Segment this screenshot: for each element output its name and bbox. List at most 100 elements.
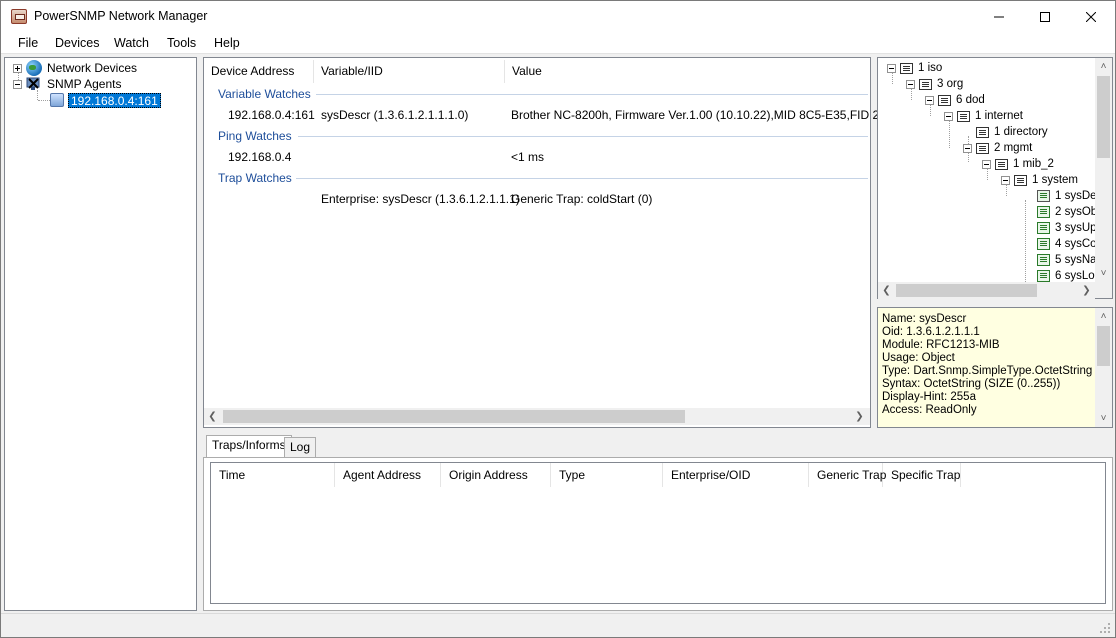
scroll-up-icon[interactable]: ˄	[1095, 308, 1112, 325]
traps-list[interactable]: Time Agent Address Origin Address Type E…	[210, 462, 1106, 604]
collapse-icon[interactable]	[925, 95, 934, 105]
mib-node-dod[interactable]: 6 dod	[925, 92, 985, 108]
variable-row-variable[interactable]: sysDescr (1.3.6.1.2.1.1.1.0)	[321, 108, 468, 122]
mib-leaf-label: 6 sysLoc	[1055, 270, 1096, 282]
scroll-right-icon[interactable]: ❯	[851, 408, 868, 425]
mib-node-iso[interactable]: 1 iso	[887, 60, 942, 76]
collapse-icon[interactable]	[963, 143, 972, 153]
mib-leaf-sysdescr[interactable]: 1 sysDe	[1037, 188, 1096, 204]
info-display-hint: Display-Hint: 255a	[882, 391, 976, 403]
tab-log[interactable]: Log	[284, 437, 317, 458]
mib-node-mib2[interactable]: 1 mib_2	[982, 156, 1054, 172]
maximize-button[interactable]	[1022, 1, 1068, 32]
network-devices-label: Network Devices	[47, 61, 138, 75]
mib-node-label: 1 iso	[918, 62, 943, 74]
column-header-variable[interactable]: Variable/IID	[314, 60, 505, 83]
trap-row-value[interactable]: Generic Trap: coldStart (0)	[511, 192, 652, 206]
selected-agent-label: 192.168.0.4:161	[68, 92, 161, 108]
mib-leaf-icon	[1037, 222, 1050, 234]
column-header-device-address[interactable]: Device Address	[204, 60, 314, 83]
app-icon	[11, 9, 27, 24]
mib-node-mgmt[interactable]: 2 mgmt	[963, 140, 1032, 156]
mib-tree[interactable]: 1 iso 3 org 6 dod 1 internet 1 directory…	[877, 57, 1113, 299]
tree-node-agent[interactable]: 192.168.0.4:161	[50, 92, 161, 108]
scroll-left-icon[interactable]: ❮	[204, 408, 221, 425]
maximize-icon	[1040, 11, 1050, 22]
ping-row-value[interactable]: <1 ms	[511, 150, 544, 164]
window-title: PowerSNMP Network Manager	[34, 9, 208, 23]
resize-grip-icon[interactable]	[1099, 622, 1111, 634]
close-button[interactable]	[1068, 1, 1114, 32]
collapse-icon[interactable]	[1001, 175, 1010, 185]
mib-leaf-label: 5 sysNa	[1055, 254, 1096, 266]
scroll-left-icon[interactable]: ❮	[878, 282, 895, 299]
column-header-value[interactable]: Value	[505, 60, 870, 83]
group-trap-watches: Trap Watches	[218, 171, 292, 185]
scroll-thumb[interactable]	[223, 410, 685, 423]
variable-row-value[interactable]: Brother NC-8200h, Firmware Ver.1.00 (10.…	[511, 108, 879, 122]
scroll-down-icon[interactable]: ˅	[1095, 410, 1112, 427]
watches-header: Device Address Variable/IID Value	[204, 60, 870, 84]
minimize-button[interactable]	[976, 1, 1022, 32]
menu-watch[interactable]: Watch	[114, 36, 149, 50]
mib-node-icon	[995, 158, 1008, 170]
menu-tools[interactable]: Tools	[167, 36, 196, 50]
mib-vertical-scrollbar[interactable]: ˄ ˅	[1095, 58, 1112, 282]
column-header-time[interactable]: Time	[211, 463, 335, 487]
title-bar[interactable]: PowerSNMP Network Manager	[1, 1, 1115, 32]
column-header-enterprise-oid[interactable]: Enterprise/OID	[663, 463, 809, 487]
scroll-right-icon[interactable]: ❯	[1078, 282, 1095, 299]
column-header-generic-trap[interactable]: Generic Trap	[809, 463, 886, 487]
mib-leaf-sysobjectid[interactable]: 2 sysObj	[1037, 204, 1096, 220]
collapse-icon[interactable]	[944, 111, 953, 121]
column-header-origin-address[interactable]: Origin Address	[441, 463, 551, 487]
mib-leaf-syscontact[interactable]: 4 sysCo	[1037, 236, 1096, 252]
info-vertical-scrollbar[interactable]: ˄ ˅	[1095, 308, 1112, 427]
scroll-thumb[interactable]	[1097, 76, 1110, 158]
scroll-up-icon[interactable]: ˄	[1095, 58, 1112, 75]
scroll-thumb[interactable]	[896, 284, 1037, 297]
info-oid: Oid: 1.3.6.1.2.1.1.1	[882, 326, 980, 338]
scroll-thumb[interactable]	[1097, 326, 1110, 366]
mib-leaf-label: 2 sysObj	[1055, 206, 1096, 218]
tree-line	[38, 100, 50, 101]
mib-node-directory[interactable]: 1 directory	[976, 124, 1048, 140]
tree-node-snmp-agents[interactable]: SNMP Agents	[13, 76, 121, 92]
tree-node-network-devices[interactable]: Network Devices	[13, 60, 137, 76]
mib-node-org[interactable]: 3 org	[906, 76, 963, 92]
mib-node-icon	[919, 78, 932, 90]
menu-devices[interactable]: Devices	[55, 36, 99, 50]
mib-leaf-sysname[interactable]: 5 sysNa	[1037, 252, 1096, 268]
mib-info-panel: Name: sysDescr Oid: 1.3.6.1.2.1.1.1 Modu…	[877, 307, 1113, 428]
variable-row-address[interactable]: 192.168.0.4:161	[228, 108, 315, 122]
snmp-agents-label: SNMP Agents	[47, 77, 122, 91]
column-header-type[interactable]: Type	[551, 463, 663, 487]
group-variable-watches: Variable Watches	[218, 87, 311, 101]
collapse-icon[interactable]	[13, 79, 22, 89]
mib-node-internet[interactable]: 1 internet	[944, 108, 1023, 124]
collapse-icon[interactable]	[906, 79, 915, 89]
trap-row-variable[interactable]: Enterprise: sysDescr (1.3.6.1.2.1.1.1)	[321, 192, 520, 206]
menu-bar: File Devices Watch Tools Help	[1, 32, 1115, 54]
tab-traps-informs[interactable]: Traps/Informs	[206, 435, 292, 458]
column-header-agent-address[interactable]: Agent Address	[335, 463, 441, 487]
mib-leaf-sysuptime[interactable]: 3 sysUp	[1037, 220, 1096, 236]
scroll-down-icon[interactable]: ˅	[1095, 265, 1112, 282]
menu-file[interactable]: File	[18, 36, 38, 50]
mib-node-system[interactable]: 1 system	[1001, 172, 1078, 188]
ping-row-address[interactable]: 192.168.0.4	[228, 150, 291, 164]
mib-horizontal-scrollbar[interactable]: ❮ ❯	[878, 282, 1095, 299]
mib-node-label: 6 dod	[956, 94, 985, 106]
expand-icon[interactable]	[13, 63, 22, 73]
collapse-icon[interactable]	[887, 63, 896, 73]
menu-help[interactable]: Help	[214, 36, 240, 50]
watches-horizontal-scrollbar[interactable]: ❮ ❯	[204, 408, 870, 425]
tree-line	[1025, 200, 1026, 282]
collapse-icon[interactable]	[982, 159, 991, 169]
column-header-specific-trap[interactable]: Specific Trap	[883, 463, 961, 487]
group-divider	[296, 178, 868, 179]
snmp-agents-icon	[26, 76, 42, 92]
device-tree[interactable]: Network Devices SNMP Agents 192.168.0.4:…	[4, 57, 197, 611]
info-type: Type: Dart.Snmp.SimpleType.OctetString	[882, 365, 1093, 377]
mib-leaf-syslocation[interactable]: 6 sysLoc	[1037, 268, 1096, 282]
